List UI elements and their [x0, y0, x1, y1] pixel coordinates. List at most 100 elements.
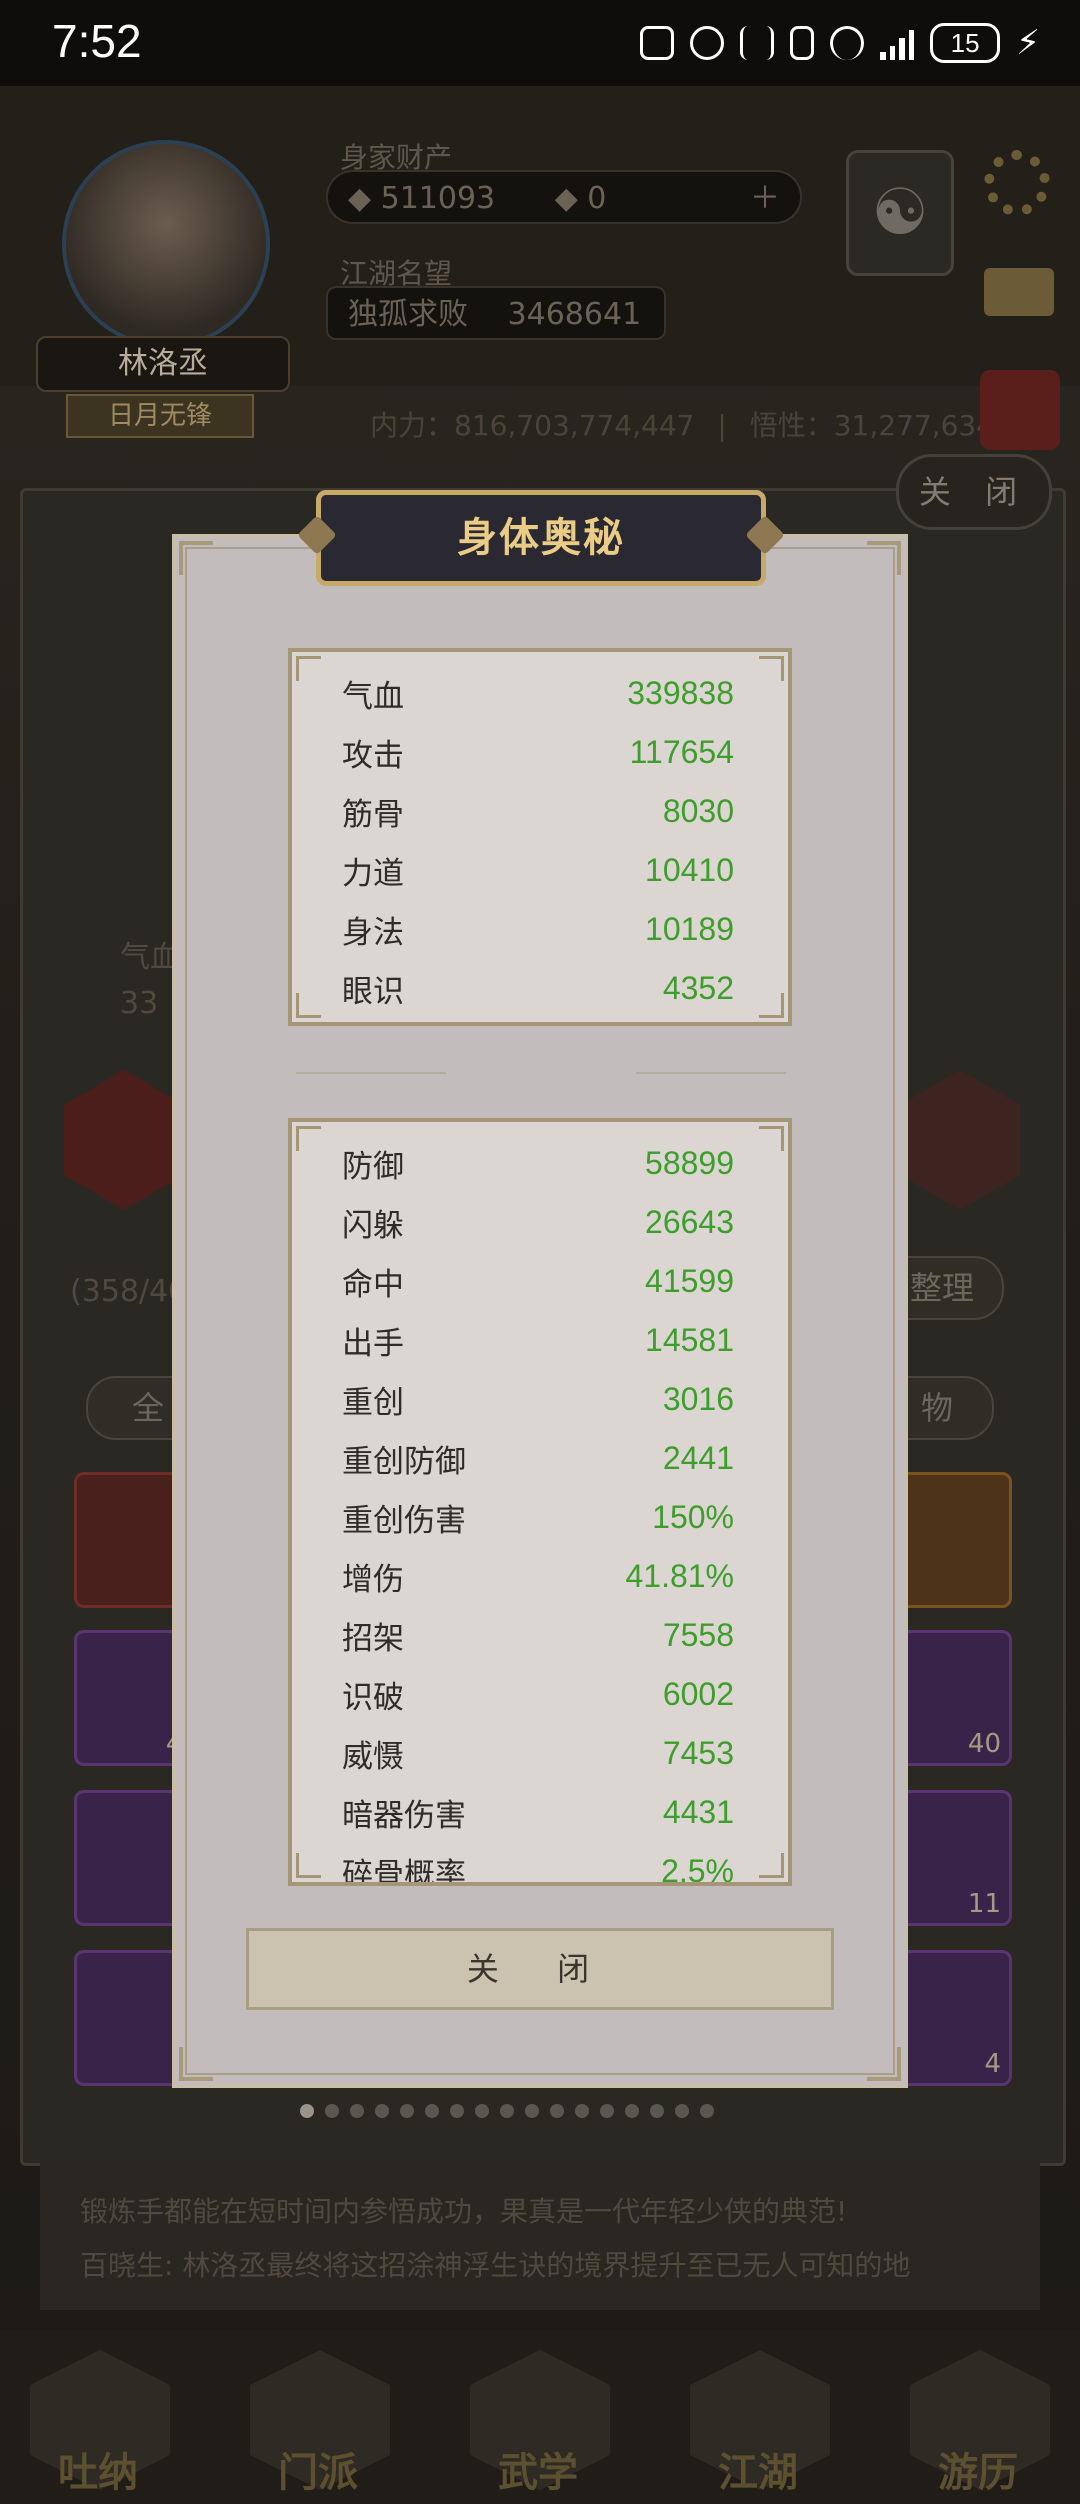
- page-dot[interactable]: [450, 2104, 464, 2118]
- hp-value-bg: 33: [120, 986, 159, 1021]
- stat-row: 暗器伤害 4431: [292, 1783, 788, 1842]
- stat-label: 暗器伤害: [342, 1798, 466, 1834]
- stat-row: 重创 3016: [292, 1370, 788, 1429]
- stat-label: 重创: [342, 1385, 404, 1421]
- stat-row: 识破 6002: [292, 1665, 788, 1724]
- stat-label: 命中: [342, 1267, 404, 1303]
- corner-ornament: [759, 1126, 784, 1151]
- reputation-value: 3468641: [507, 297, 642, 332]
- stat-value: 2441: [662, 1440, 734, 1476]
- dialog-close-button[interactable]: 关 闭: [246, 1928, 834, 2010]
- bluetooth-icon: [740, 26, 775, 60]
- page-dot[interactable]: [575, 2104, 589, 2118]
- stat-label: 重创伤害: [342, 1503, 466, 1539]
- corner-ornament: [296, 1126, 321, 1151]
- page-indicator: [300, 2104, 714, 2118]
- stat-label: 气血: [342, 679, 404, 715]
- gem-value: 0: [587, 181, 607, 216]
- signal-icon: [880, 26, 915, 60]
- stat-label: 出手: [342, 1326, 404, 1362]
- clock: 7:52: [52, 15, 142, 67]
- yin-yang-icon[interactable]: ☯: [846, 150, 954, 276]
- nav-label: 游历: [938, 2450, 1018, 2496]
- corner-ornament: [179, 2047, 213, 2081]
- story-line: 锻炼手都能在短时间内参悟成功，果真是一代年轻少侠的典范!: [80, 2195, 848, 2228]
- stat-value: 150%: [652, 1499, 734, 1535]
- mail-icon[interactable]: [984, 268, 1054, 316]
- page-dot[interactable]: [550, 2104, 564, 2118]
- nav-label: 吐纳: [58, 2450, 138, 2496]
- corner-ornament: [759, 993, 784, 1018]
- stat-label: 防御: [342, 1149, 404, 1185]
- add-currency-icon[interactable]: ＋: [750, 172, 780, 226]
- gold-value: 511093: [380, 181, 496, 216]
- page-dot[interactable]: [350, 2104, 364, 2118]
- reputation-rank: 独孤求败: [348, 297, 468, 332]
- hp-label-bg: 气血: [120, 940, 180, 975]
- page-dot[interactable]: [375, 2104, 389, 2118]
- stat-row: 出手 14581: [292, 1311, 788, 1370]
- page-dot[interactable]: [525, 2104, 539, 2118]
- neili-value: 内力：816,703,774,447: [370, 409, 695, 442]
- corner-ornament: [296, 993, 321, 1018]
- player-name: 林洛丞: [36, 336, 290, 392]
- stat-label: 招架: [342, 1621, 404, 1657]
- player-title: 日月无锋: [66, 394, 254, 438]
- stat-row: 身法 10189: [292, 900, 788, 959]
- corner-ornament: [179, 541, 213, 575]
- slot-count: 4: [984, 2049, 1001, 2079]
- stat-label: 身法: [342, 915, 404, 951]
- stat-row: 重创伤害 150%: [292, 1488, 788, 1547]
- page-dot[interactable]: [650, 2104, 664, 2118]
- nfc-icon: [640, 26, 675, 60]
- page-dot[interactable]: [600, 2104, 614, 2118]
- stat-row: 防御 58899: [292, 1134, 788, 1193]
- stat-label: 闪躲: [342, 1208, 404, 1244]
- page-dot[interactable]: [400, 2104, 414, 2118]
- stat-value: 10410: [645, 852, 734, 888]
- stat-row: 碎骨概率 2.5%: [292, 1842, 788, 1886]
- stat-value: 117654: [629, 734, 734, 770]
- page-dot[interactable]: [425, 2104, 439, 2118]
- order-tag-icon[interactable]: [980, 370, 1060, 450]
- corner-ornament: [296, 656, 321, 681]
- page-dot[interactable]: [325, 2104, 339, 2118]
- stat-row: 增伤 41.81%: [292, 1547, 788, 1606]
- stat-value: 41.81%: [625, 1558, 734, 1594]
- stat-value: 2.5%: [661, 1853, 734, 1886]
- page-dot[interactable]: [675, 2104, 689, 2118]
- page-dot[interactable]: [300, 2104, 314, 2118]
- page-dot[interactable]: [700, 2104, 714, 2118]
- battery-icon: 15: [930, 23, 1001, 63]
- stat-value: 41599: [645, 1263, 734, 1299]
- reputation-bar: 独孤求败 3468641: [326, 286, 666, 340]
- charging-icon: ⚡: [1016, 23, 1040, 63]
- status-icons: 15 ⚡: [640, 20, 1040, 66]
- stat-value: 10189: [645, 911, 734, 947]
- corner-ornament: [759, 1853, 784, 1878]
- page-dot[interactable]: [500, 2104, 514, 2118]
- stat-row: 力道 10410: [292, 841, 788, 900]
- story-line: 百晓生: 林洛丞最终将这招涂神浮生诀的境界提升至已无人可知的地: [80, 2249, 911, 2282]
- section-divider: [296, 1068, 786, 1078]
- slot-count: 40: [967, 1729, 1001, 1759]
- stat-value: 8030: [662, 793, 734, 829]
- vibrate-icon: [790, 26, 815, 60]
- nav-label: 门派: [278, 2450, 358, 2496]
- secondary-stats-box[interactable]: 防御 58899 闪躲 26643 命中 41599 出手 14581 重创 3016 重创防御 24…: [288, 1118, 792, 1886]
- gold-icon: ◆: [348, 181, 381, 216]
- story-log: 锻炼手都能在短时间内参悟成功，果真是一代年轻少侠的典范! 百晓生: 林洛丞最终将…: [40, 2160, 1040, 2310]
- stat-label: 筋骨: [342, 797, 404, 833]
- background-close-button[interactable]: 关 闭: [896, 454, 1052, 530]
- corner-ornament: [759, 656, 784, 681]
- page-dot[interactable]: [625, 2104, 639, 2118]
- player-avatar[interactable]: [62, 140, 270, 348]
- corner-ornament: [867, 541, 901, 575]
- stat-label: 眼识: [342, 974, 404, 1010]
- settings-gear-icon[interactable]: [984, 150, 1050, 216]
- page-dot[interactable]: [475, 2104, 489, 2118]
- stat-label: 碎骨概率: [342, 1857, 466, 1886]
- wifi-icon: [830, 26, 865, 60]
- stat-row: 眼识 4352: [292, 959, 788, 1018]
- nav-label: 武学: [498, 2450, 578, 2496]
